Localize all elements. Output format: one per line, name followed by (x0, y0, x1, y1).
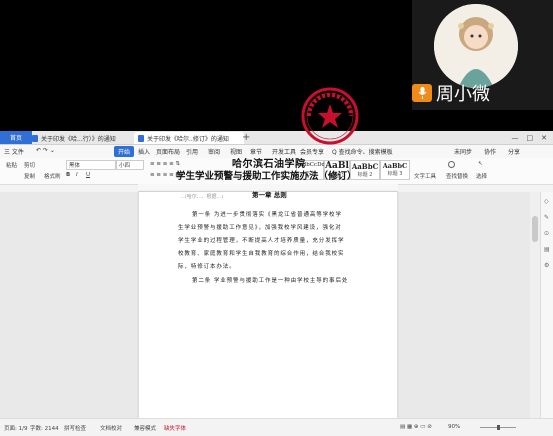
side-tool-icon[interactable]: ⚙ (544, 262, 549, 269)
collab-button[interactable]: 协作 (484, 147, 496, 156)
paragraph-line: 第二条 学业预警与援助工作是一种由学校主导的事后处 (192, 278, 349, 284)
compat-mode-label: 兼容模式 (134, 426, 157, 432)
share-button[interactable]: 分享 (508, 147, 520, 156)
avatar-illustration (434, 4, 518, 88)
document-icon (32, 134, 38, 142)
doc-check-button[interactable]: 文档校对 (100, 424, 122, 432)
italic-button[interactable]: I (76, 172, 78, 178)
font-name-select[interactable]: 黑体 (66, 160, 116, 170)
new-tab-button[interactable]: + (238, 131, 254, 143)
paragraph-line: 际，特修订本办法。 (178, 264, 236, 270)
document-title: 学生学业预警与援助工作实施办法（修订） (176, 171, 357, 182)
menu-start[interactable]: 开始 (114, 146, 135, 157)
spellcheck-toggle[interactable]: 拼写检查 (64, 424, 86, 432)
participant-avatar (434, 4, 518, 88)
side-tool-icon[interactable]: ▤ (544, 246, 550, 253)
sync-status[interactable]: 未同步 (454, 147, 472, 156)
menu-page-layout[interactable]: 页面布局 (156, 147, 180, 156)
find-replace-button[interactable]: 查找替换 (446, 172, 468, 180)
bold-button[interactable]: B (66, 172, 70, 178)
page-indicator[interactable]: 页面: 1/9 (4, 424, 27, 432)
document-icon (138, 134, 144, 142)
tab-bar: 首页 关于印发《哈...行）》的通知 关于印发《哈尔..修订》的通知 + — □… (0, 131, 553, 145)
tab-document-1-label: 关于印发《哈...行）》的通知 (41, 135, 116, 143)
chapter-heading: 第一章 总则 (252, 191, 287, 199)
menu-review[interactable]: 审阅 (208, 147, 220, 156)
scrollbar-thumb[interactable] (532, 216, 538, 242)
tab-document-1[interactable]: 关于印发《哈...行）》的通知 (28, 132, 136, 144)
style-heading-3[interactable]: AaBbC 标题 3 (380, 160, 410, 180)
tab-document-2-label: 关于印发《哈尔..修订》的通知 (147, 135, 229, 143)
view-mode-icons[interactable]: ▤ ▦ ⊕ ▭ ⊘ (400, 424, 432, 430)
status-bar: 页面: 1/9 字数: 2144 拼写检查 文档校对 兼容模式 缺失字体 ▤ ▦… (0, 418, 553, 436)
text-tools-button[interactable]: 文字工具 (414, 172, 436, 180)
mic-icon (412, 84, 432, 102)
format-painter-button[interactable]: 格式刷 (44, 172, 61, 180)
window-controls: — □ ✕ (512, 131, 548, 144)
zoom-slider-handle[interactable] (497, 425, 500, 430)
restore-button[interactable]: □ (527, 134, 534, 142)
paragraph-line: 生学业预警与援助工作意见》，加强我校学风建设，强化对 (178, 225, 342, 231)
paragraph-line: 第一条 为进一步贯彻落实《黑龙江省普通高等学校学 (192, 212, 342, 218)
side-tool-icon[interactable]: ✎ (544, 214, 549, 221)
menu-insert[interactable]: 插入 (138, 147, 150, 156)
command-search[interactable]: Q 查找命令、搜索模板 (332, 147, 393, 156)
participant-name: 周小微 (436, 84, 490, 105)
menu-reference[interactable]: 引用 (186, 147, 198, 156)
menu-file[interactable]: 三 文件 (4, 147, 24, 156)
undo-redo-icons[interactable]: ↶ ↷ ⌄ (36, 147, 55, 154)
paragraph-line: 校教育、家庭教育和学生自我教育的综合作用，结合我校实 (178, 251, 345, 257)
side-tool-icon[interactable]: ◇ (544, 198, 549, 205)
underline-button[interactable]: U (86, 172, 90, 178)
vertical-scrollbar[interactable] (530, 192, 540, 418)
zoom-level[interactable]: 90% (448, 424, 460, 430)
font-size-select[interactable]: 小四 (116, 160, 144, 170)
paste-button[interactable]: 粘贴 (6, 161, 17, 169)
right-side-panel: ◇ ✎ ⊙ ▤ ⚙ (540, 192, 553, 418)
copy-button[interactable]: 复制 (24, 172, 35, 180)
cut-button[interactable]: 剪切 (24, 161, 35, 169)
tab-document-2[interactable]: 关于印发《哈尔..修订》的通知 (134, 132, 244, 144)
word-count[interactable]: 字数: 2144 (30, 424, 59, 432)
official-seal-stamp (301, 87, 359, 145)
select-cursor-icon[interactable]: ↖ (478, 161, 483, 167)
paragraph-tools[interactable]: ≡ ≡ ≡ ≡ ⇅ (150, 161, 180, 167)
paragraph-line: 学生学业的过程管理，不断提高人才培养质量，充分发挥学 (178, 238, 345, 244)
side-tool-icon[interactable]: ⊙ (544, 230, 549, 237)
close-button[interactable]: ✕ (541, 134, 547, 142)
search-icon[interactable] (448, 161, 455, 168)
select-button[interactable]: 选择 (476, 172, 487, 180)
minimize-button[interactable]: — (512, 134, 519, 142)
missing-font-warning[interactable]: 缺失字体 (164, 424, 186, 432)
page-top-fragment: ...(哈尔...、根据...) (180, 194, 224, 200)
